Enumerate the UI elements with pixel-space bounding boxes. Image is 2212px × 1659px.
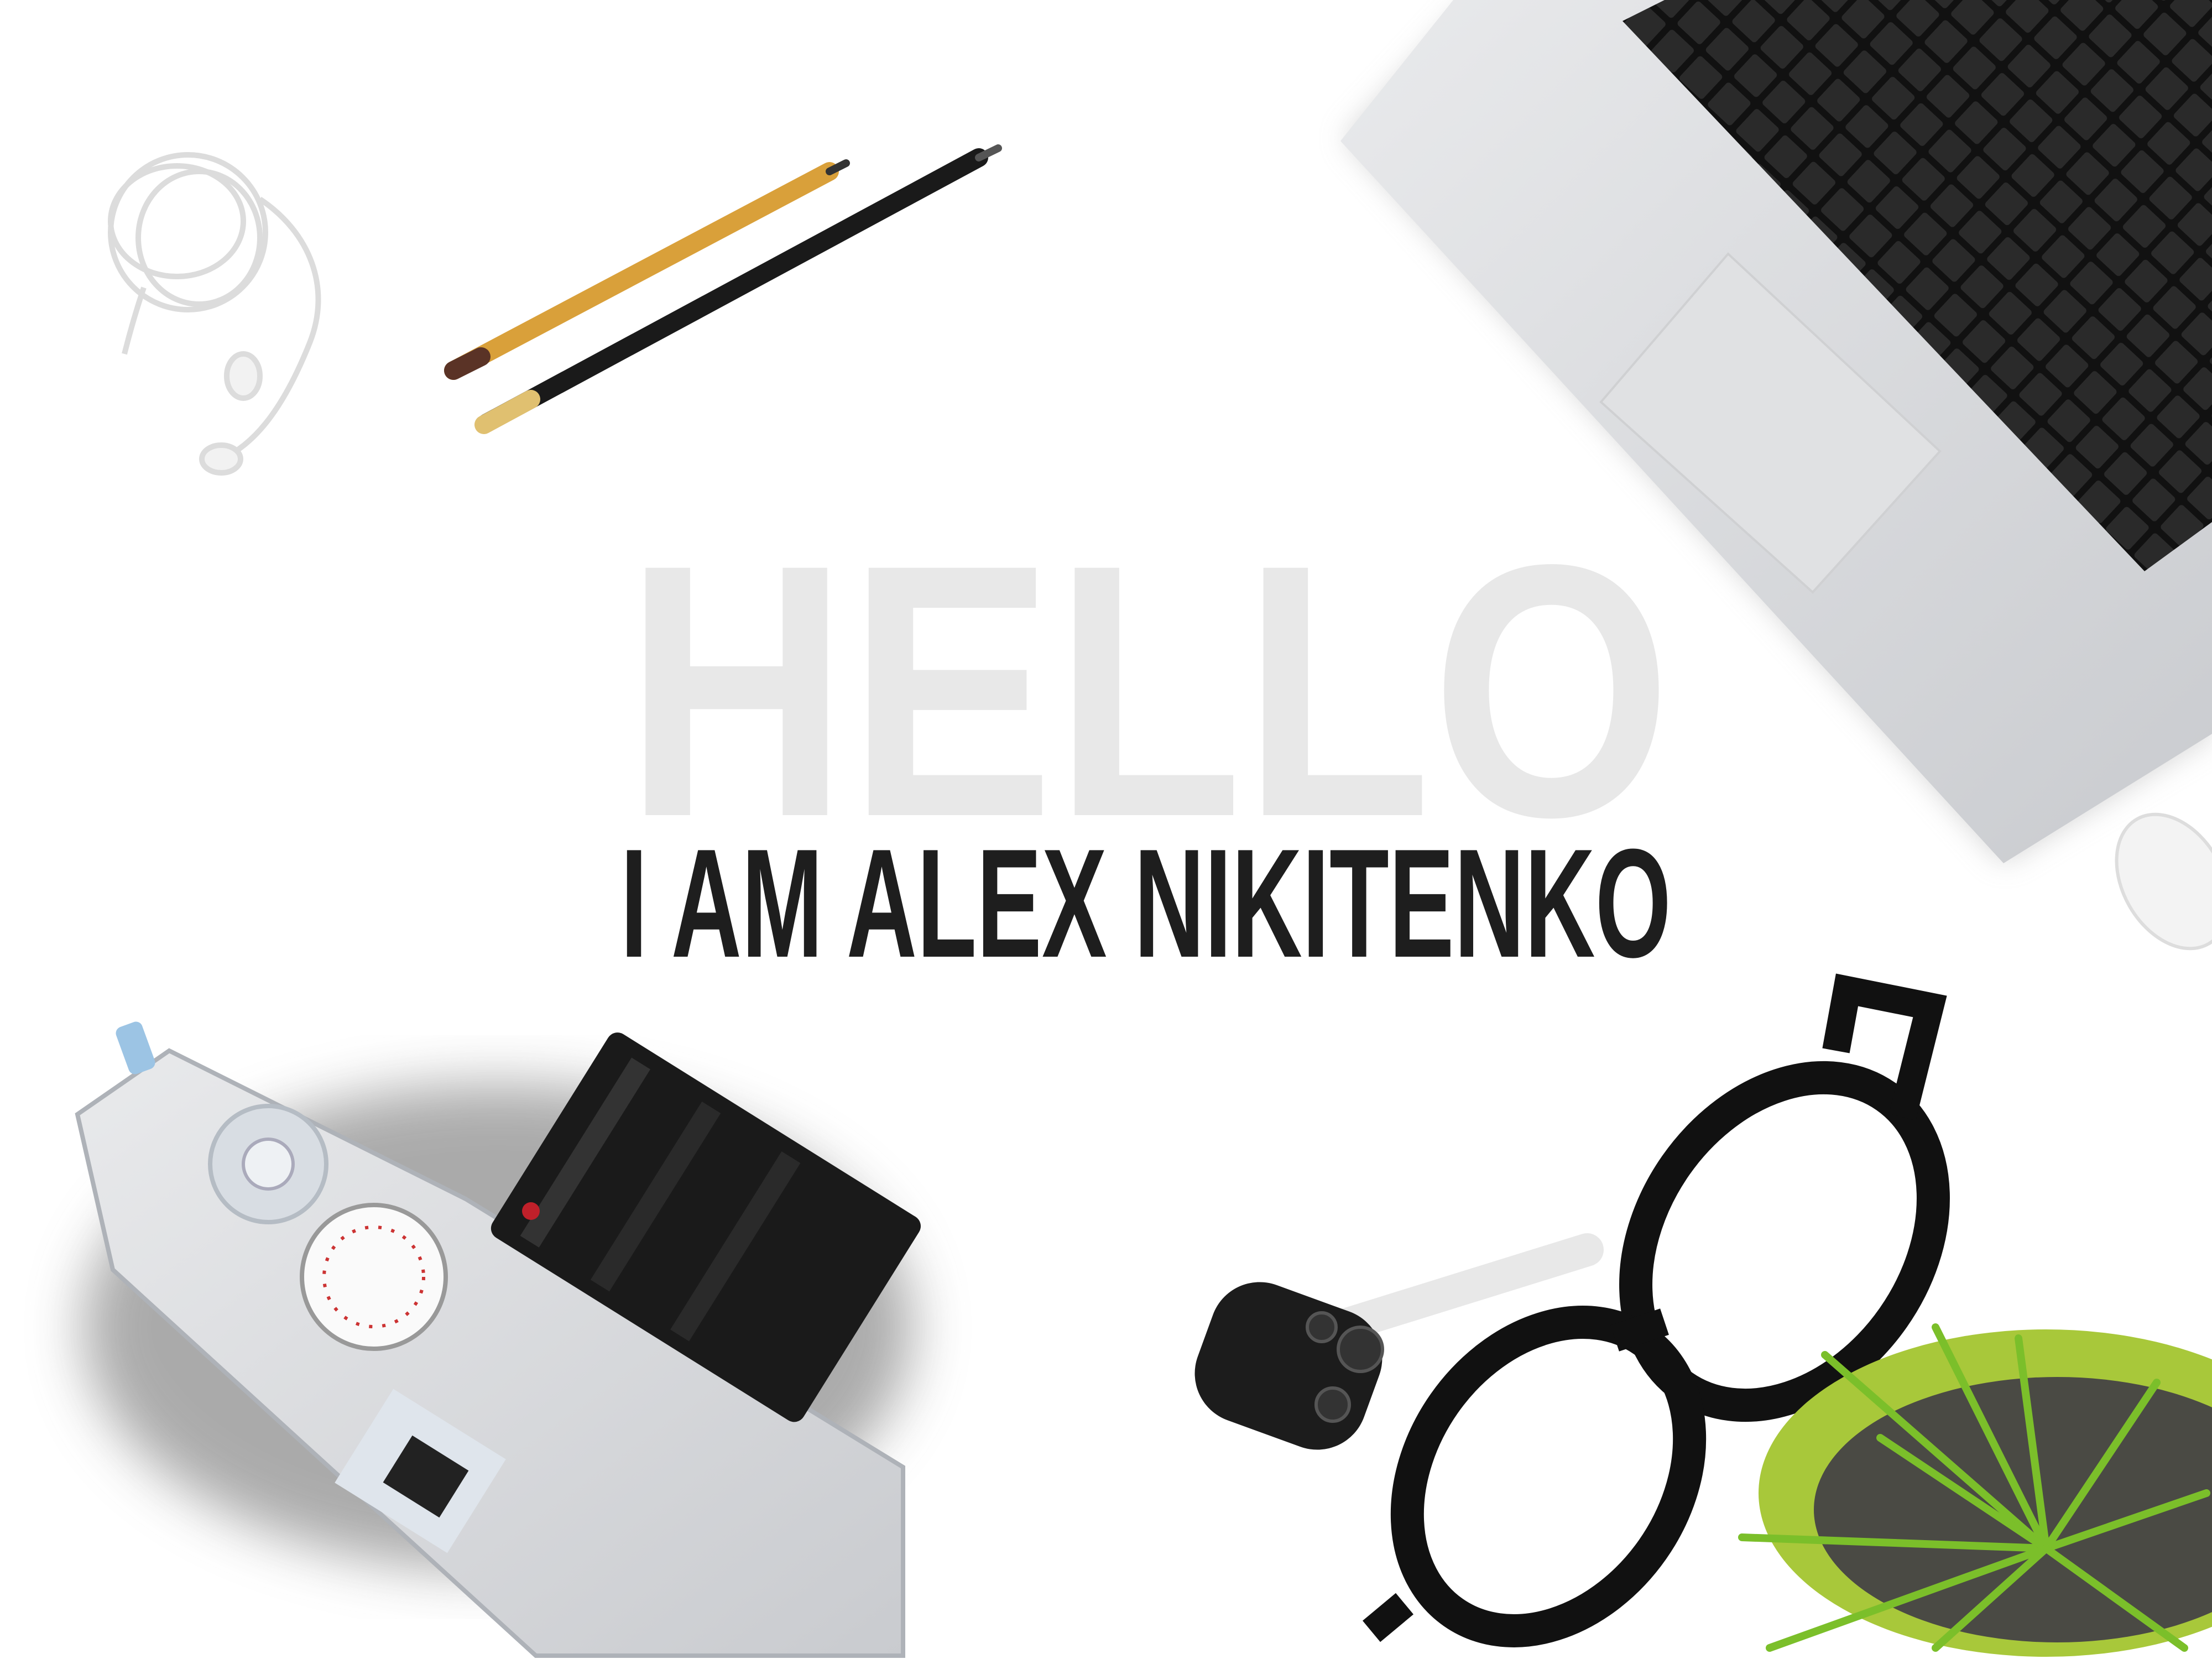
- car-key-image: [1194, 1233, 1604, 1450]
- pencils-image: [444, 144, 1002, 434]
- earphones-image: [108, 152, 321, 476]
- camera-image: [75, 1021, 921, 1658]
- hero-canvas: HELLO I AM ALEX NIKITENKO: [75, 0, 2212, 1658]
- mouse-image: [2115, 812, 2212, 951]
- intro-heading: I AM ALEX NIKITENKO: [620, 817, 1671, 990]
